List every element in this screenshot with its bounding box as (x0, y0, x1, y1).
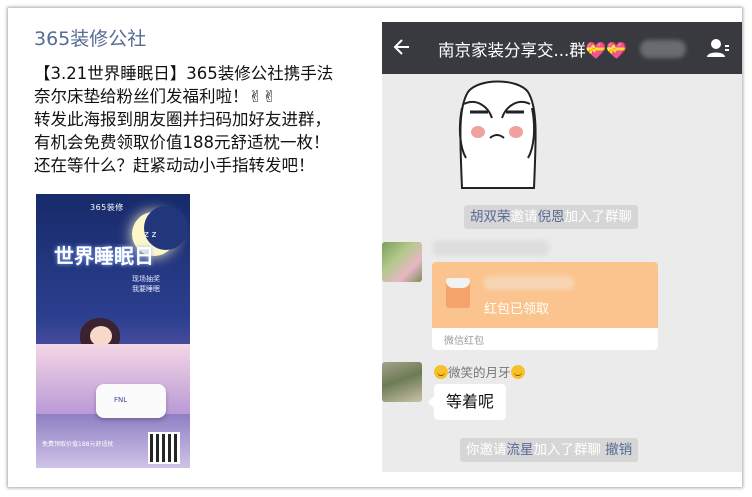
sticker-image[interactable] (456, 78, 538, 192)
system-message-invite: 你邀请流星加入了群聊 撤销 (460, 438, 639, 462)
moments-post: 365装修公社 【3.21世界睡眠日】365装修公社携手法 奈尔床垫给粉丝们发福… (20, 18, 380, 478)
system-prefix: 你邀请 (466, 442, 507, 458)
title-redaction (640, 40, 686, 58)
inviter-name[interactable]: 胡双荣 (470, 209, 511, 225)
invitee-name[interactable]: 倪恩 (538, 209, 565, 225)
poster-subtitle-line: 我要睡眠 (132, 285, 160, 293)
sender-nickname: 微笑的月牙 (434, 362, 525, 381)
red-packet-footer: 微信红包 (444, 336, 484, 347)
system-suffix: 加入了群聊 (564, 209, 633, 225)
red-packet-status: 红包已领取 (484, 302, 550, 317)
group-chat: 南京家装分享交...群💝💝 胡双荣邀请倪恩加入了群聊 红包已领取 微信红包 微笑… (382, 22, 742, 472)
chat-title: 南京家装分享交...群💝💝 (438, 41, 627, 60)
poster-zz: z z (144, 230, 157, 240)
pillow-brand: FNL (114, 396, 128, 404)
qr-code-icon[interactable] (148, 432, 180, 464)
poster-footer: 免费领取价值188元舒适枕 (42, 441, 114, 448)
sender-name: 微笑的月牙 (448, 365, 511, 380)
chat-topbar: 南京家装分享交...群💝💝 (382, 22, 742, 74)
poster-title: 世界睡眠日 (54, 244, 154, 268)
group-info-icon[interactable] (706, 36, 730, 60)
red-packet-greeting-redaction (484, 276, 574, 290)
nickname-redaction (432, 240, 550, 256)
system-verb: 邀请 (510, 209, 538, 225)
avatar[interactable] (382, 242, 422, 282)
smile-emoji-icon (510, 365, 525, 379)
post-line: 还在等什么？赶紧动动小手指转发吧！ (34, 156, 315, 175)
system-suffix: 加入了群聊 (533, 442, 602, 458)
poster-image[interactable]: 365装修 z z 世界睡眠日 现场抽奖 我要睡眠 FNL 免费领取价值188元… (36, 194, 190, 468)
post-line: 奈尔床垫给粉丝们发福利啦！✌✌ (34, 87, 277, 106)
revoke-link[interactable]: 撤销 (605, 442, 632, 458)
system-message-join: 胡双荣邀请倪恩加入了群聊 (464, 205, 638, 229)
post-text: 【3.21世界睡眠日】365装修公社携手法 奈尔床垫给粉丝们发福利啦！✌✌ 转发… (34, 62, 382, 177)
poster-subtitle-line: 现场抽奖 (132, 275, 160, 283)
avatar[interactable] (382, 362, 422, 402)
text-message-bubble[interactable]: 等着呢 (427, 384, 507, 420)
pillow-illustration: FNL (96, 384, 166, 418)
post-author[interactable]: 365装修公社 (34, 24, 146, 51)
red-packet-message[interactable]: 红包已领取 微信红包 (432, 262, 658, 350)
poster-logo: 365装修 (90, 203, 124, 212)
invitee-name[interactable]: 流星 (507, 442, 534, 458)
red-packet-icon (446, 278, 470, 308)
girl-face (90, 326, 112, 346)
poster-subtitle: 现场抽奖 我要睡眠 (132, 274, 160, 294)
post-line: 转发此海报到朋友圈并扫码加好友进群， (34, 110, 331, 129)
back-arrow-icon[interactable] (390, 36, 412, 58)
smile-emoji-icon (434, 365, 448, 379)
post-line: 有机会免费领取价值188元舒适枕一枚！ (34, 133, 330, 152)
post-line: 【3.21世界睡眠日】365装修公社携手法 (34, 64, 334, 83)
